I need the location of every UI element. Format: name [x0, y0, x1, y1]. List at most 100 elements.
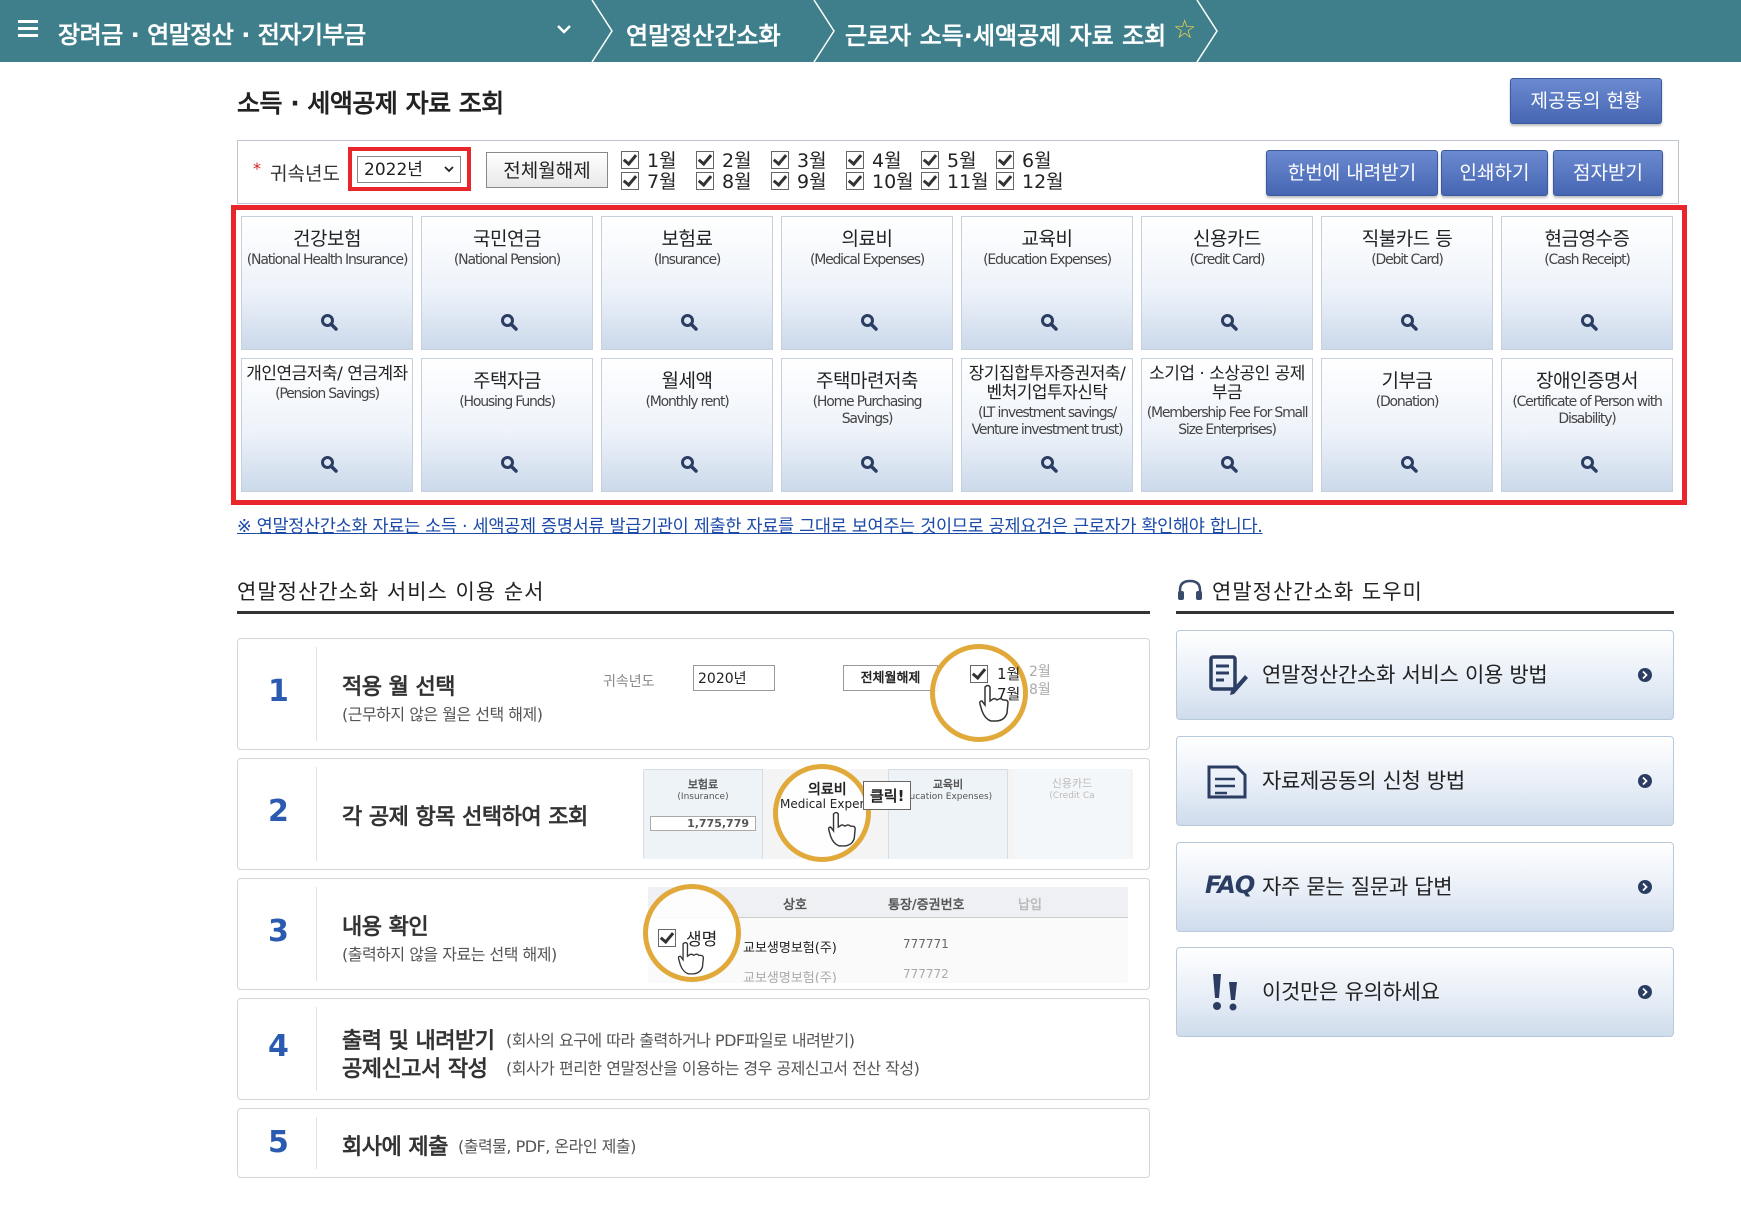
illus-cell: 777772 [903, 967, 949, 981]
month-checkbox[interactable]: 12월 [996, 172, 1064, 192]
breadcrumb-separator [1196, 0, 1218, 62]
divider [316, 887, 317, 981]
click-callout: 클릭! [863, 781, 912, 810]
magnifier-ring: 의료비 Medical Expenses [773, 764, 887, 862]
category-tile[interactable]: 장기집합투자증권저축/ 벤처기업투자신탁 (LT investment savin… [961, 358, 1133, 492]
month-checkbox[interactable]: 1월 [621, 151, 677, 171]
illus-cell: 교보생명보험(주) [743, 971, 837, 983]
chevron-down-icon[interactable] [555, 20, 573, 38]
month-checkbox[interactable]: 3월 [771, 151, 827, 171]
hamburger-menu-icon[interactable] [18, 20, 38, 38]
search-icon [1041, 456, 1058, 473]
illus-cell: 교보생명보험(주) [743, 941, 837, 956]
breadcrumb-separator [591, 0, 613, 62]
search-icon [321, 314, 338, 331]
illus-month: 8월 [1029, 682, 1051, 698]
help-item-label: 자료제공동의 신청 방법 [1262, 769, 1465, 793]
notice-text[interactable]: ※ 연말정산간소화 자료는 소득 · 세액공제 증명서류 발급기관이 제출한 자… [237, 513, 1263, 538]
arrow-right-circle-icon [1638, 985, 1652, 999]
year-select[interactable]: 2022년 [357, 156, 461, 183]
category-name: 월세액 [661, 370, 713, 392]
search-icon [1581, 314, 1598, 331]
month-checkbox[interactable]: 7월 [621, 172, 677, 192]
divider [316, 647, 317, 741]
month-label: 10월 [872, 171, 914, 193]
illus-month: 2월 [1029, 664, 1051, 680]
step-title: 공제신고서 작성 [342, 1057, 488, 1082]
category-tile[interactable]: 신용카드 (Credit Card) [1141, 216, 1313, 350]
month-label: 5월 [947, 150, 977, 172]
category-name-en: (Home Purchasing Savings) [812, 394, 923, 427]
category-name-en: (Monthly rent) [645, 394, 729, 410]
illus-clear-button: 전체월해제 [843, 665, 938, 691]
step-number: 2 [268, 794, 289, 829]
breadcrumb-current: 근로자 소득·세액공제 자료 조회 [845, 22, 1167, 50]
category-tile[interactable]: 직불카드 등 (Debit Card) [1321, 216, 1493, 350]
category-tile[interactable]: 개인연금저축/ 연금계좌 (Pension Savings) [241, 358, 413, 492]
category-name: 국민연금 [473, 228, 541, 250]
category-name: 보험료 [661, 228, 713, 250]
month-checkbox[interactable]: 6월 [996, 151, 1052, 171]
step-number: 1 [268, 674, 289, 709]
category-tile[interactable]: 주택마련저축 (Home Purchasing Savings) [781, 358, 953, 492]
help-item-faq[interactable]: FAQ 자주 묻는 질문과 답변 [1176, 842, 1674, 932]
help-item-usage[interactable]: 연말정산간소화 서비스 이용 방법 [1176, 630, 1674, 720]
print-button[interactable]: 인쇄하기 [1441, 150, 1548, 196]
help-item-consent[interactable]: 자료제공동의 신청 방법 [1176, 736, 1674, 826]
month-checkbox[interactable]: 10월 [846, 172, 914, 192]
category-name: 현금영수증 [1544, 228, 1630, 250]
arrow-right-circle-icon [1638, 880, 1652, 894]
month-checkbox[interactable]: 4월 [846, 151, 902, 171]
required-mark: * [253, 159, 261, 178]
category-tile[interactable]: 장애인증명서 (Certificate of Person with Disabi… [1501, 358, 1673, 492]
month-checkbox[interactable]: 9월 [771, 172, 827, 192]
checkbox-checked-icon [921, 151, 939, 169]
help-item-label: 연말정산간소화 서비스 이용 방법 [1262, 663, 1548, 687]
category-tile[interactable]: 의료비 (Medical Expenses) [781, 216, 953, 350]
category-tile[interactable]: 현금영수증 (Cash Receipt) [1501, 216, 1673, 350]
month-checkboxes: 1월 2월 3월 4월 5월 6월 7월 8월 9월 10월 11월 12월 [621, 151, 1321, 195]
category-tile[interactable]: 교육비 (Education Expenses) [961, 216, 1133, 350]
month-checkbox[interactable]: 2월 [696, 151, 752, 171]
magnifier-ring: 생명 [643, 884, 741, 982]
category-tile[interactable]: 기부금 (Donation) [1321, 358, 1493, 492]
step-number: 5 [268, 1125, 289, 1160]
step-number: 3 [268, 914, 289, 949]
category-tile[interactable]: 국민연금 (National Pension) [421, 216, 593, 350]
document-pen-icon [1209, 655, 1248, 695]
headset-icon [1178, 579, 1202, 600]
category-tile[interactable]: 소기업 · 소상공인 공제부금 (Membership Fee For Small… [1141, 358, 1313, 492]
category-name: 신용카드 [1193, 228, 1261, 250]
favorite-star-icon[interactable]: ☆ [1173, 15, 1196, 45]
braille-button[interactable]: 점자받기 [1553, 150, 1663, 196]
search-icon [1401, 314, 1418, 331]
search-icon [1041, 314, 1058, 331]
checkbox-checked-icon [771, 151, 789, 169]
category-tile[interactable]: 보험료 (Insurance) [601, 216, 773, 350]
category-tile[interactable]: 주택자금 (Housing Funds) [421, 358, 593, 492]
category-tile[interactable]: 월세액 (Monthly rent) [601, 358, 773, 492]
month-checkbox[interactable]: 11월 [921, 172, 989, 192]
checkbox-checked-icon [846, 172, 864, 190]
checkbox-checked-icon [996, 172, 1014, 190]
category-tile[interactable]: 건강보험 (National Health Insurance) [241, 216, 413, 350]
consent-status-button[interactable]: 제공동의 현황 [1510, 78, 1662, 124]
step-title: 내용 확인 [342, 915, 429, 940]
clear-all-months-button[interactable]: 전체월해제 [486, 152, 608, 188]
arrow-right-circle-icon [1638, 774, 1652, 788]
month-checkbox[interactable]: 5월 [921, 151, 977, 171]
help-item-caution[interactable]: 이것만은 유의하세요 [1176, 947, 1674, 1037]
hand-cursor-icon [677, 941, 705, 975]
help-item-label: 자주 묻는 질문과 답변 [1262, 875, 1453, 899]
chevron-down-icon [444, 166, 454, 173]
checkbox-checked-icon [621, 172, 639, 190]
search-icon [501, 314, 518, 331]
download-all-button[interactable]: 한번에 내려받기 [1266, 150, 1438, 196]
month-label: 6월 [1022, 150, 1052, 172]
illus-cat-en: (Insurance) [677, 792, 729, 802]
nav-menu-title[interactable]: 장려금 · 연말정산 · 전자기부금 [58, 15, 366, 50]
breadcrumb-yearend[interactable]: 연말정산간소화 [626, 16, 781, 51]
month-checkbox[interactable]: 8월 [696, 172, 752, 192]
category-name-en: (Medical Expenses) [809, 252, 925, 268]
category-name: 직불카드 등 [1361, 228, 1453, 250]
